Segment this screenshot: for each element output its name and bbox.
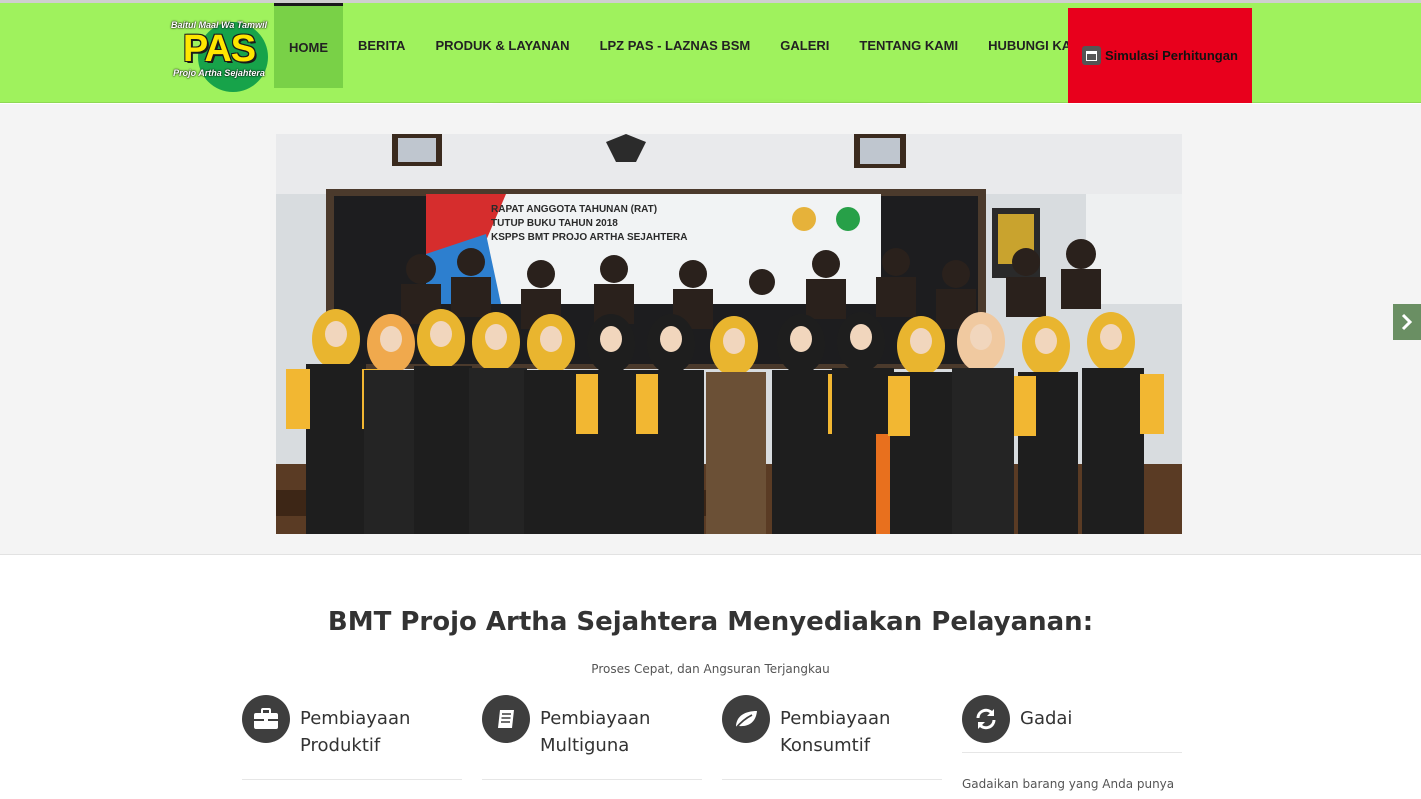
banner-line-2: TUTUP BUKU TAHUN 2018 bbox=[491, 218, 618, 229]
feature-divider bbox=[962, 752, 1182, 753]
leaf-icon bbox=[722, 695, 770, 743]
refresh-icon bbox=[962, 695, 1010, 743]
hero-slider: RAPAT ANGGOTA TAHUNAN (RAT) TUTUP BUKU T… bbox=[0, 104, 1421, 555]
feature-divider bbox=[722, 779, 942, 780]
nav-item-home[interactable]: HOME bbox=[274, 3, 343, 88]
services-title: BMT Projo Artha Sejahtera Menyediakan Pe… bbox=[327, 607, 1094, 637]
feature-description: Gadaikan barang yang Anda punya bbox=[962, 777, 1175, 791]
nav-item-produk-layanan[interactable]: PRODUK & LAYANAN bbox=[420, 3, 584, 88]
nav-item-tentang-kami[interactable]: TENTANG KAMI bbox=[844, 3, 973, 88]
nav-item-berita[interactable]: BERITA bbox=[343, 3, 420, 88]
feature-title: Pembiayaan Produktif bbox=[300, 708, 411, 756]
chevron-right-icon bbox=[1401, 313, 1413, 331]
logo-bottom-text: Projo Artha Sejahtera bbox=[173, 68, 265, 78]
simulasi-perhitungan-button[interactable]: Simulasi Perhitungan bbox=[1068, 8, 1252, 103]
banner-line-1: RAPAT ANGGOTA TAHUNAN (RAT) bbox=[491, 204, 657, 215]
feature-title: Gadai bbox=[1020, 708, 1073, 729]
feature-divider bbox=[242, 779, 462, 780]
nav-item-lpz-pas[interactable]: LPZ PAS - LAZNAS BSM bbox=[585, 3, 766, 88]
nav-item-galeri[interactable]: GALERI bbox=[765, 3, 844, 88]
main-nav: HOME BERITA PRODUK & LAYANAN LPZ PAS - L… bbox=[274, 3, 1101, 88]
slider-next-button[interactable] bbox=[1393, 304, 1421, 340]
feature-title: Pembiayaan Konsumtif bbox=[780, 708, 891, 756]
feature-divider bbox=[482, 779, 702, 780]
calendar-icon bbox=[1082, 46, 1101, 65]
logo-main-text: PAS bbox=[182, 28, 256, 70]
banner-line-3: KSPPS BMT PROJO ARTHA SEJAHTERA bbox=[491, 232, 688, 243]
book-icon bbox=[482, 695, 530, 743]
services-subtitle: Proses Cepat, dan Angsuran Terjangkau bbox=[591, 662, 830, 676]
slide-photo: RAPAT ANGGOTA TAHUNAN (RAT) TUTUP BUKU T… bbox=[276, 134, 1182, 534]
site-logo[interactable]: Baitul Maal Wa Tamwil PAS Projo Artha Se… bbox=[168, 10, 270, 95]
feature-title: Pembiayaan Multiguna bbox=[540, 708, 651, 756]
briefcase-icon bbox=[242, 695, 290, 743]
simulasi-perhitungan-label: Simulasi Perhitungan bbox=[1105, 48, 1238, 63]
